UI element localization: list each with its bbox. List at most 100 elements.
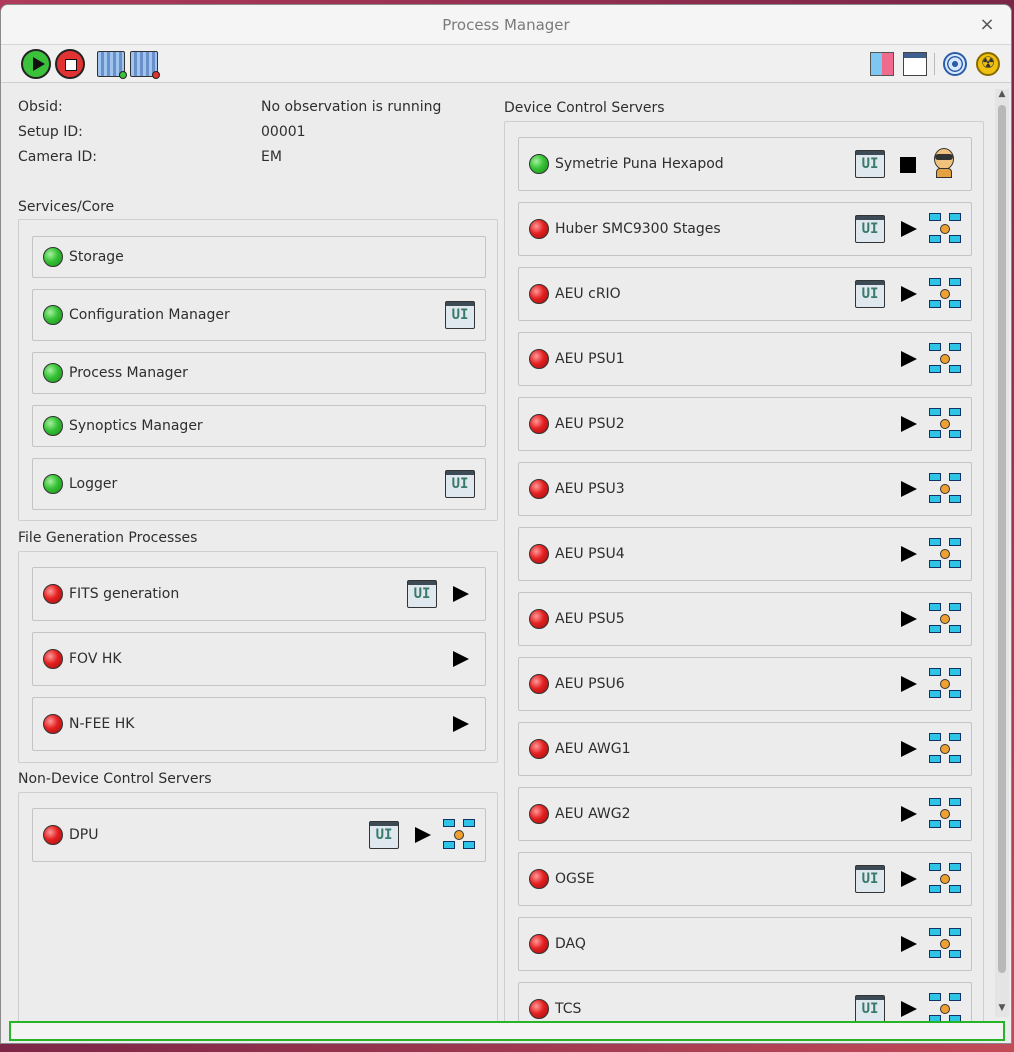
play-icon[interactable] <box>899 610 917 628</box>
ui-button[interactable]: UI <box>407 580 437 608</box>
network-icon[interactable] <box>929 928 961 960</box>
network-icon[interactable] <box>929 213 961 245</box>
device-cs-title: Device Control Servers <box>504 100 665 116</box>
status-indicator <box>43 825 63 845</box>
ui-button-text: UI <box>861 221 879 237</box>
play-icon[interactable] <box>899 935 917 953</box>
dcs-item-aeu-awg1: AEU AWG1 <box>518 722 972 776</box>
scroll-thumb[interactable] <box>998 105 1006 973</box>
camera-id-label: Camera ID: <box>18 149 98 165</box>
non-device-cs-group: DPU UI <box>18 792 498 1024</box>
status-indicator <box>529 739 549 759</box>
network-icon[interactable] <box>929 408 961 440</box>
play-icon[interactable] <box>899 870 917 888</box>
file-generation-group: FITS generation UI FOV HK N-FEE HK <box>18 551 498 763</box>
status-indicator <box>529 869 549 889</box>
main-content: Obsid: No observation is running Setup I… <box>1 85 1011 1026</box>
toolbar-separator <box>934 53 935 75</box>
stop-all-button[interactable] <box>55 49 85 79</box>
play-icon[interactable] <box>899 220 917 238</box>
ui-button-text: UI <box>375 827 393 843</box>
radiation-icon[interactable] <box>976 52 1000 76</box>
play-icon[interactable] <box>413 826 431 844</box>
play-icon[interactable] <box>899 740 917 758</box>
process-manager-window: Process Manager × Obsid: No observation … <box>0 4 1012 1044</box>
play-icon[interactable] <box>899 285 917 303</box>
process-label: Storage <box>69 249 124 265</box>
network-icon[interactable] <box>929 603 961 635</box>
operator-icon[interactable] <box>929 146 959 180</box>
process-label: Synoptics Manager <box>69 418 203 434</box>
process-label: AEU cRIO <box>555 286 621 302</box>
process-label: AEU PSU1 <box>555 351 625 367</box>
network-icon[interactable] <box>929 733 961 765</box>
dcs-item-aeu-psu4: AEU PSU4 <box>518 527 972 581</box>
start-all-button[interactable] <box>21 49 51 79</box>
network-icon[interactable] <box>929 343 961 375</box>
setup-id-value: 00001 <box>261 124 306 140</box>
play-icon[interactable] <box>899 350 917 368</box>
process-label: FITS generation <box>69 586 180 602</box>
ui-button[interactable]: UI <box>855 995 885 1023</box>
dcs-item-huber-smc9300-stages: Huber SMC9300 Stages UI <box>518 202 972 256</box>
play-icon[interactable] <box>899 805 917 823</box>
play-icon[interactable] <box>899 1000 917 1018</box>
play-icon[interactable] <box>451 715 469 733</box>
play-icon[interactable] <box>899 415 917 433</box>
ui-button[interactable]: UI <box>855 865 885 893</box>
title-bar: Process Manager × <box>1 5 1011 45</box>
process-process-manager: Process Manager <box>32 352 486 394</box>
process-label: AEU PSU4 <box>555 546 625 562</box>
process-label: AEU AWG1 <box>555 741 631 757</box>
ui-button-text: UI <box>413 586 431 602</box>
scroll-up-arrow[interactable]: ▲ <box>995 89 1009 103</box>
obsid-value: No observation is running <box>261 99 442 115</box>
panel-stop-icon[interactable] <box>130 51 160 79</box>
process-fits-generation: FITS generation UI <box>32 567 486 621</box>
scroll-down-arrow[interactable]: ▼ <box>995 1003 1009 1017</box>
map-icon[interactable] <box>870 52 894 76</box>
dcs-item-aeu-crio: AEU cRIO UI <box>518 267 972 321</box>
process-label: AEU PSU6 <box>555 676 625 692</box>
network-icon[interactable] <box>443 819 475 851</box>
network-icon[interactable] <box>929 668 961 700</box>
status-indicator <box>529 219 549 239</box>
services-core-group: Storage Configuration Manager UI Process… <box>18 219 498 521</box>
panel-start-icon[interactable] <box>97 51 127 79</box>
process-label: Configuration Manager <box>69 307 230 323</box>
network-icon[interactable] <box>929 473 961 505</box>
process-label: DAQ <box>555 936 586 952</box>
ui-button[interactable]: UI <box>855 215 885 243</box>
ui-button[interactable]: UI <box>445 470 475 498</box>
ui-button-text: UI <box>861 1001 879 1017</box>
network-icon[interactable] <box>929 863 961 895</box>
dcs-item-daq: DAQ <box>518 917 972 971</box>
stop-icon[interactable] <box>900 157 916 173</box>
close-icon[interactable]: × <box>977 5 997 45</box>
play-icon[interactable] <box>899 545 917 563</box>
process-logger: Logger UI <box>32 458 486 510</box>
play-icon[interactable] <box>451 650 469 668</box>
ui-button[interactable]: UI <box>855 150 885 178</box>
play-icon[interactable] <box>899 480 917 498</box>
network-icon[interactable] <box>929 798 961 830</box>
play-icon[interactable] <box>451 585 469 603</box>
dcs-item-aeu-psu1: AEU PSU1 <box>518 332 972 386</box>
target-icon[interactable] <box>943 52 967 76</box>
play-icon[interactable] <box>899 675 917 693</box>
network-icon[interactable] <box>929 538 961 570</box>
ui-button[interactable]: UI <box>369 821 399 849</box>
network-icon[interactable] <box>929 278 961 310</box>
services-core-title: Services/Core <box>18 199 115 215</box>
non-device-cs-title: Non-Device Control Servers <box>18 771 212 787</box>
process-label: TCS <box>555 1001 582 1017</box>
process-label: AEU PSU2 <box>555 416 625 432</box>
dcs-item-aeu-psu2: AEU PSU2 <box>518 397 972 451</box>
status-indicator <box>43 584 63 604</box>
status-indicator <box>529 349 549 369</box>
ui-button[interactable]: UI <box>445 301 475 329</box>
scrollbar[interactable]: ▲ ▼ <box>995 89 1009 1017</box>
ui-button-text: UI <box>861 871 879 887</box>
ui-button[interactable]: UI <box>855 280 885 308</box>
dashboard-icon[interactable] <box>903 52 927 76</box>
